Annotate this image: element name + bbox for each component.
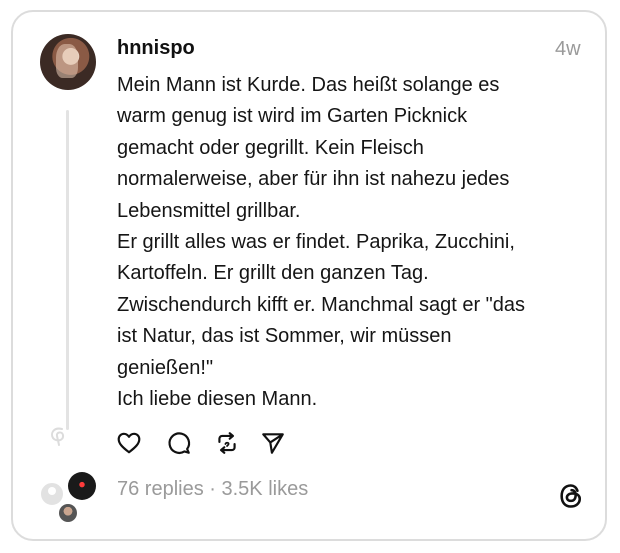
thread-loop-icon	[51, 427, 65, 446]
post-stats[interactable]: 76 replies · 3.5K likes	[117, 478, 308, 501]
post-line: gemacht oder gegrillt. Kein Fleisch	[117, 136, 424, 159]
post-body: Mein Mann ist Kurde. Das heißt solange e…	[117, 70, 587, 415]
post-line: Zwischendurch kifft er. Manchmal sagt er…	[117, 293, 526, 316]
share-button[interactable]	[260, 430, 288, 458]
comment-icon	[168, 432, 191, 454]
post-line: Ich liebe diesen Mann.	[117, 388, 318, 411]
reply-button[interactable]	[166, 430, 194, 458]
replier-avatar[interactable]	[59, 504, 77, 522]
replier-avatar[interactable]	[68, 472, 96, 500]
post-line: Kartoffeln. Er grillt den ganzen Tag.	[117, 262, 429, 285]
post-line: warm genug ist wird im Garten Picknick	[117, 105, 468, 128]
replier-avatar[interactable]	[39, 481, 65, 507]
post-line: normalerweise, aber für ihn ist nahezu j…	[117, 168, 510, 191]
threads-icon[interactable]	[557, 482, 585, 510]
heart-icon	[117, 432, 141, 454]
send-icon	[262, 433, 284, 454]
post-line: Mein Mann ist Kurde. Das heißt solange e…	[117, 74, 500, 96]
like-button[interactable]	[116, 430, 144, 458]
repost-button[interactable]	[214, 430, 242, 458]
post-line: Lebensmittel grillbar.	[117, 199, 301, 222]
author-username[interactable]: hnnispo	[117, 37, 195, 60]
post-line: genießen!"	[117, 356, 214, 379]
post-line: Er grillt alles was er findet. Paprika, …	[117, 231, 515, 254]
thread-line	[66, 110, 69, 430]
author-avatar[interactable]	[40, 34, 96, 90]
repost-icon	[218, 432, 236, 454]
post-timestamp: 4w	[555, 38, 581, 60]
post-line: ist Natur, das ist Sommer, wir müssen	[117, 325, 452, 348]
